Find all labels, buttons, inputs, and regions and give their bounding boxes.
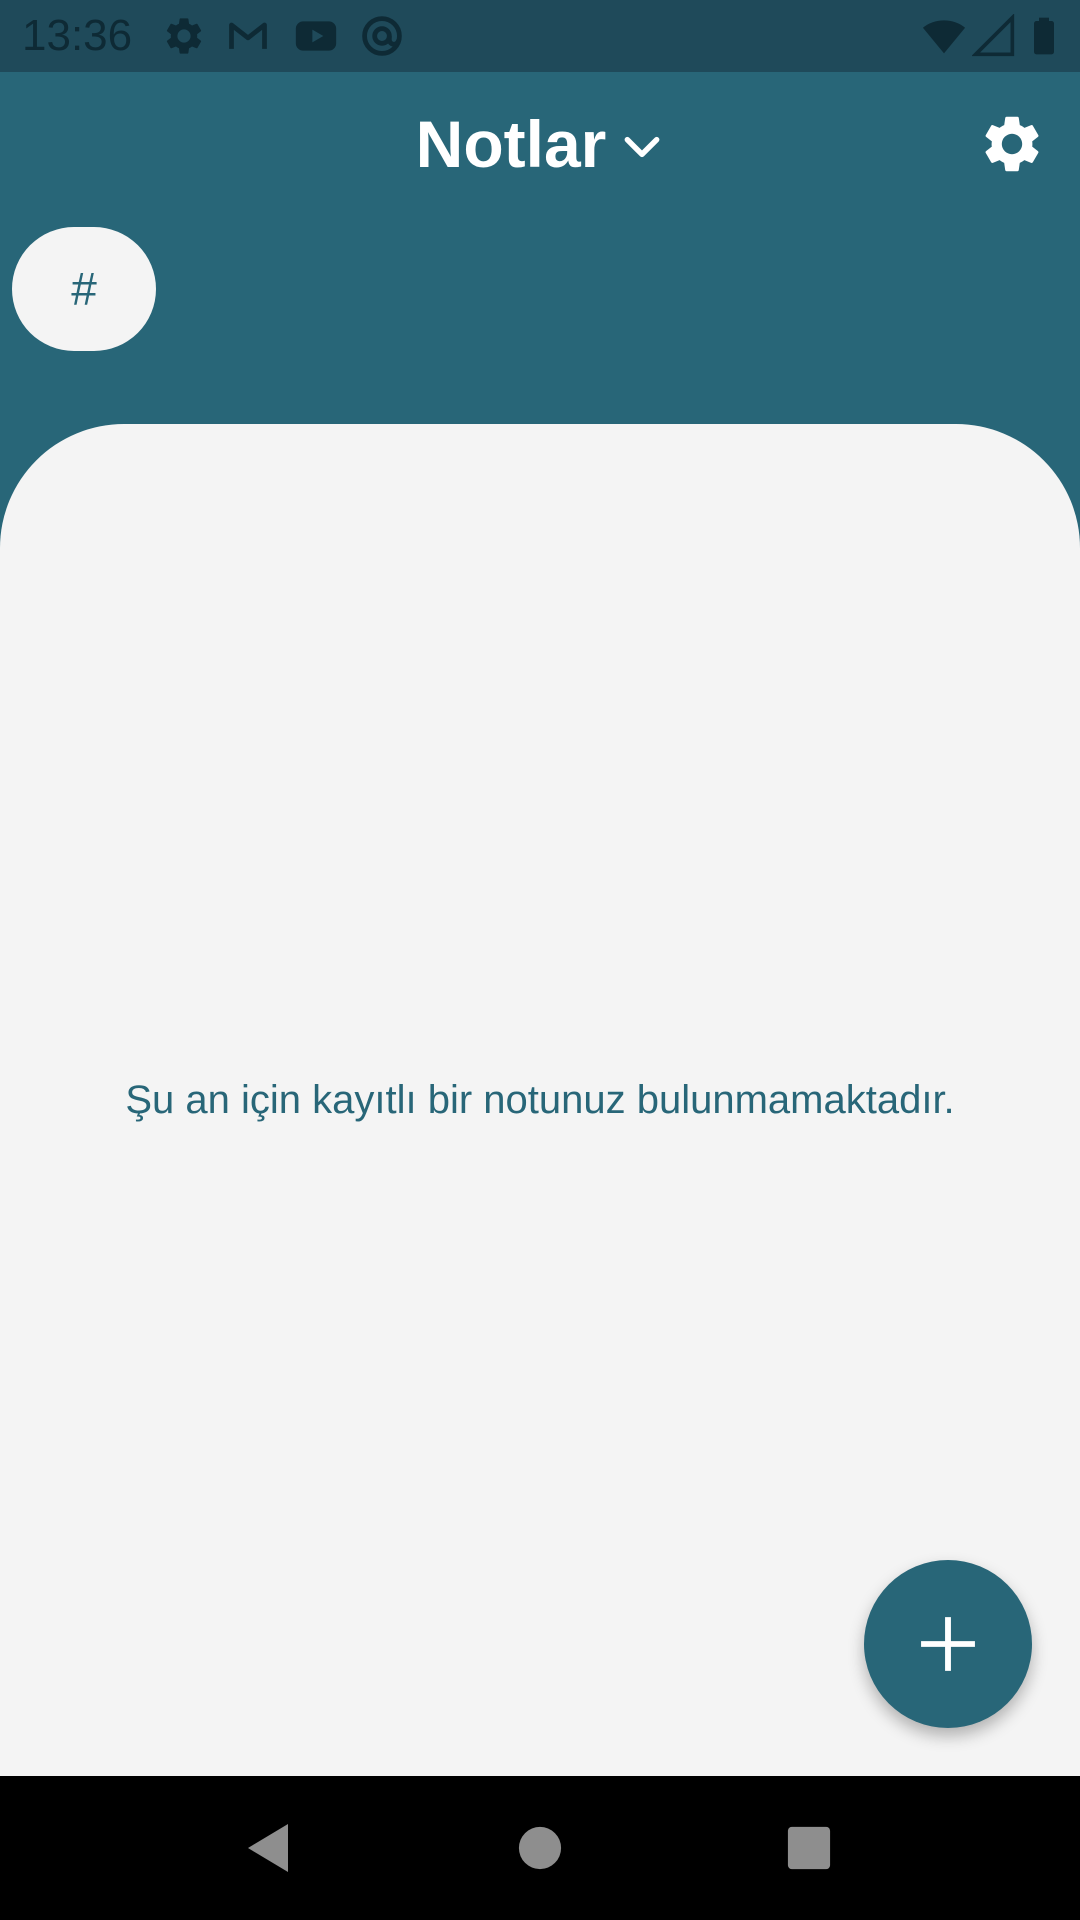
youtube-icon xyxy=(292,14,340,58)
app-bar: Notlar xyxy=(0,72,1080,212)
gear-icon[interactable] xyxy=(978,110,1046,178)
title-dropdown[interactable]: Notlar xyxy=(0,104,1080,184)
empty-state-message: Şu an için kayıtlı bir notunuz bulunmama… xyxy=(125,1078,955,1122)
battery-icon xyxy=(1024,14,1064,58)
page-title[interactable]: Notlar xyxy=(416,104,607,184)
recents-icon[interactable] xyxy=(786,1825,832,1871)
home-icon[interactable] xyxy=(517,1825,563,1871)
system-nav-bar xyxy=(0,1776,1080,1920)
app-screen: 13:36 Notlar # Şu an için kayıtlı bir no… xyxy=(0,0,1080,1920)
back-button[interactable] xyxy=(232,1812,304,1884)
back-icon[interactable] xyxy=(244,1822,292,1874)
status-time: 13:36 xyxy=(22,11,133,60)
at-sign-icon xyxy=(360,14,404,58)
chevron-down-icon[interactable] xyxy=(620,125,664,169)
recents-button[interactable] xyxy=(773,1812,845,1884)
status-bar: 13:36 xyxy=(0,0,1080,72)
tag-filter-chip[interactable]: # xyxy=(12,227,156,351)
gmail-icon xyxy=(226,14,270,58)
home-button[interactable] xyxy=(504,1812,576,1884)
plus-icon[interactable] xyxy=(916,1612,980,1676)
add-note-button[interactable] xyxy=(864,1560,1032,1728)
tag-chip-label: # xyxy=(71,263,97,315)
wifi-icon xyxy=(922,14,966,58)
signal-icon xyxy=(972,14,1016,58)
settings-button[interactable] xyxy=(978,110,1046,178)
settings-icon xyxy=(162,14,206,58)
